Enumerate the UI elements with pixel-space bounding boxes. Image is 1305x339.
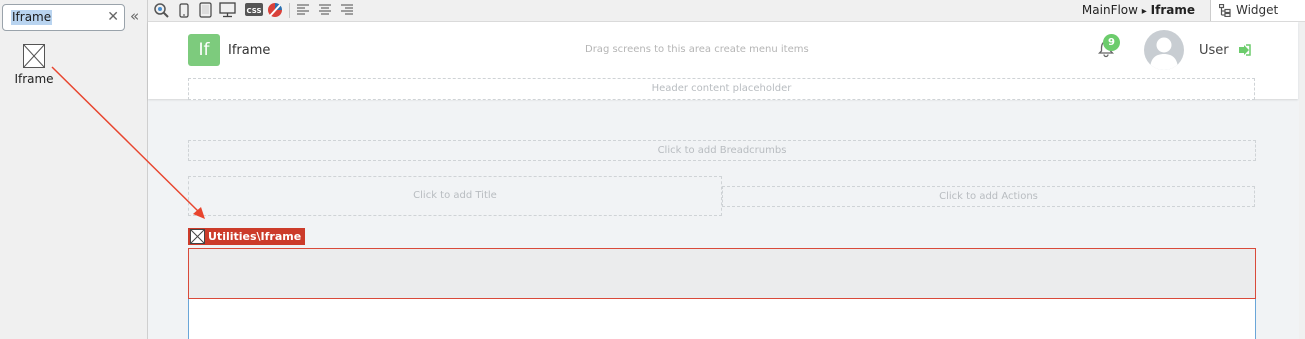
align-center-icon[interactable] xyxy=(318,2,332,18)
main-content-area[interactable] xyxy=(188,299,1256,339)
app-header[interactable]: If Iframe Drag screens to this area crea… xyxy=(148,22,1298,100)
widget-toolbox-panel: Iframe ✕ « Iframe xyxy=(0,0,148,339)
tree-icon xyxy=(1219,4,1231,17)
image-placeholder-icon xyxy=(190,229,205,244)
breadcrumb-flow[interactable]: MainFlow xyxy=(1082,3,1138,17)
app-name: Iframe xyxy=(228,43,271,58)
breadcrumb-screen[interactable]: Iframe xyxy=(1151,3,1195,17)
actions-placeholder[interactable]: Click to add Actions xyxy=(722,186,1255,207)
user-silhouette-icon xyxy=(1150,37,1178,70)
iframe-widget[interactable] xyxy=(188,248,1256,299)
theme-icon[interactable] xyxy=(267,2,283,18)
search-input[interactable]: Iframe xyxy=(11,10,53,25)
design-canvas[interactable]: If Iframe Drag screens to this area crea… xyxy=(148,22,1305,339)
widget-tree-tab[interactable]: Widget Tree xyxy=(1210,0,1305,37)
selected-widget-tag: Utilities\Iframe xyxy=(188,228,306,245)
phone-icon[interactable] xyxy=(179,2,189,18)
user-name[interactable]: User xyxy=(1199,43,1229,58)
svg-text:CSS: CSS xyxy=(246,7,261,15)
widget-search-box[interactable]: Iframe ✕ xyxy=(2,4,125,31)
top-toolbar: CSS MainFlow ▸ Iframe Widget Tree xyxy=(148,0,1305,37)
logout-icon[interactable] xyxy=(1238,44,1252,56)
widget-label: Iframe xyxy=(14,72,54,86)
double-chevron-left-icon[interactable]: « xyxy=(130,8,139,24)
notification-badge: 9 xyxy=(1103,34,1120,51)
breadcrumb-separator: ▸ xyxy=(1141,6,1147,17)
align-right-icon[interactable] xyxy=(340,2,354,18)
breadcrumbs-placeholder[interactable]: Click to add Breadcrumbs xyxy=(188,140,1256,161)
preview-icon[interactable] xyxy=(153,2,169,18)
widget-tag-label: Utilities\Iframe xyxy=(208,230,302,243)
close-icon[interactable]: ✕ xyxy=(107,9,119,25)
header-content-placeholder[interactable]: Header content placeholder xyxy=(188,78,1255,100)
scrollbar[interactable] xyxy=(1299,22,1305,339)
toolbar-divider xyxy=(289,3,290,18)
align-left-icon[interactable] xyxy=(296,2,310,18)
tablet-icon[interactable] xyxy=(199,2,212,18)
css-icon[interactable]: CSS xyxy=(245,2,263,18)
screen-breadcrumb: MainFlow ▸ Iframe xyxy=(1082,3,1195,17)
image-placeholder-icon xyxy=(23,44,45,68)
iframe-widget-item[interactable]: Iframe xyxy=(12,42,56,92)
app-logo[interactable]: If xyxy=(188,34,220,66)
menu-placeholder[interactable]: Drag screens to this area create menu it… xyxy=(585,44,809,55)
desktop-icon[interactable] xyxy=(219,2,236,18)
title-placeholder[interactable]: Click to add Title xyxy=(188,176,722,216)
avatar[interactable] xyxy=(1144,30,1184,70)
